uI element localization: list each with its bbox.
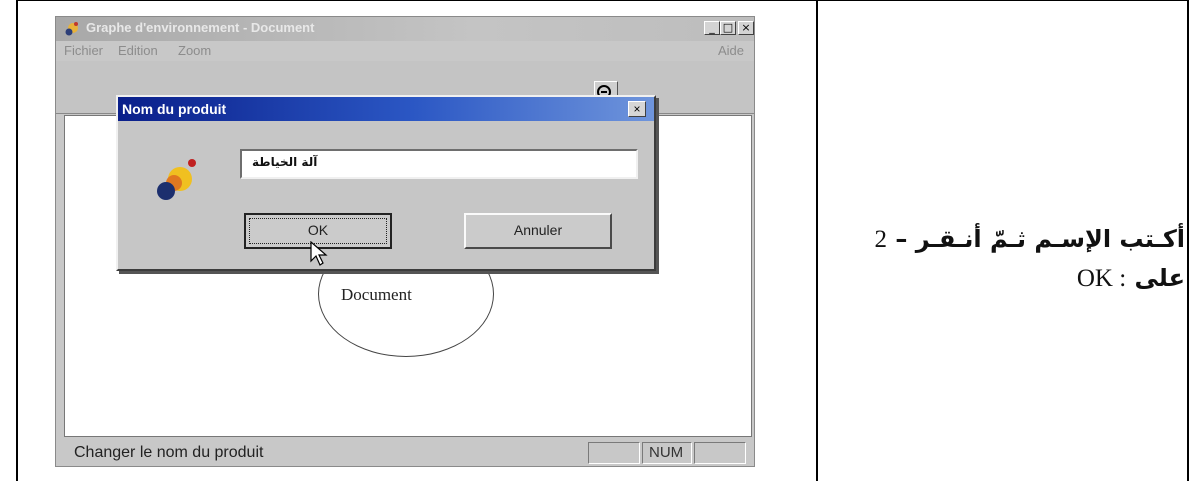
maximize-button[interactable]: □ xyxy=(720,21,736,35)
dialog-close-button[interactable]: × xyxy=(628,101,646,117)
menu-aide[interactable]: Aide xyxy=(718,43,744,58)
product-icon xyxy=(157,159,196,200)
dialog-title: Nom du produit xyxy=(122,101,227,117)
product-name-dialog: Nom du produit × آلة الخياطة OK Annuler xyxy=(116,95,656,271)
instruction-line-1: أكـتب الإسـم ثـمّ أنـقـر – 2 xyxy=(874,225,1185,253)
close-button[interactable]: × xyxy=(738,21,754,35)
menu-zoom[interactable]: Zoom xyxy=(178,43,211,58)
product-name-value: آلة الخياطة xyxy=(252,155,318,169)
frame-left-border xyxy=(16,0,18,481)
menu-fichier[interactable]: Fichier xyxy=(64,43,103,58)
ellipse-label: Document xyxy=(341,285,412,304)
mouse-cursor-icon xyxy=(310,241,328,266)
product-name-input[interactable]: آلة الخياطة xyxy=(240,149,638,179)
status-bar: Changer le nom du produit NUM xyxy=(56,439,754,466)
cancel-button[interactable]: Annuler xyxy=(464,213,612,249)
status-panel-num: NUM xyxy=(642,442,692,464)
menu-bar: Fichier Edition Zoom Aide xyxy=(56,41,754,61)
status-panel-empty xyxy=(588,442,640,464)
status-panel-extra xyxy=(694,442,746,464)
frame-top-border xyxy=(16,0,1189,1)
minimize-button[interactable]: _ xyxy=(704,21,720,35)
instruction-text: أكـتب الإسـم ثـمّ أنـقـر – 2 على OK : xyxy=(815,221,1185,299)
instruction-line-2: على OK : xyxy=(1076,264,1185,292)
window-titlebar: Graphe d'environnement - Document _ □ × xyxy=(56,17,754,41)
dialog-titlebar: Nom du produit × xyxy=(118,97,654,121)
window-title: Graphe d'environnement - Document xyxy=(86,20,315,35)
frame-right-border xyxy=(1187,0,1189,481)
cancel-label: Annuler xyxy=(513,222,563,238)
app-icon xyxy=(65,22,78,36)
status-text: Changer le nom du produit xyxy=(74,444,264,461)
menu-edition[interactable]: Edition xyxy=(118,43,158,58)
app-window: Graphe d'environnement - Document _ □ × … xyxy=(55,16,755,467)
